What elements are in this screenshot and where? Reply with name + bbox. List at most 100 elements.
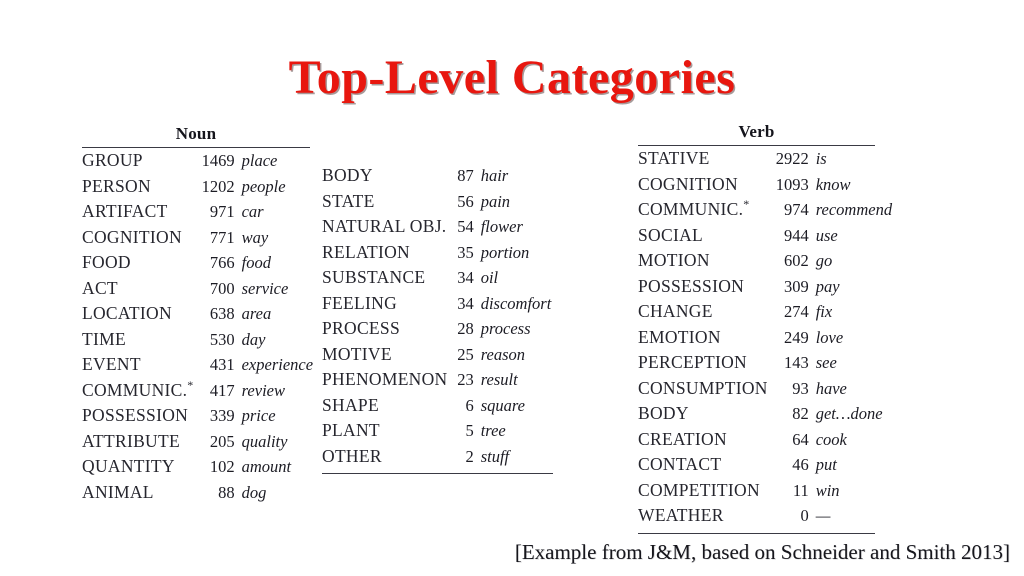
- category-label: PROCESS: [322, 318, 400, 338]
- category-example: see: [815, 353, 837, 372]
- noun-category-table-continued: BODY 87 hair STATE 56 pain NATURAL OBJ. 54 flowe…: [322, 163, 553, 474]
- table-row: BODY 82 get…done: [638, 401, 892, 427]
- table-row: MOTIVE 25 reason: [322, 342, 553, 368]
- category-count: 1202: [201, 176, 235, 196]
- noun-category-table: Noun GROUP 1469 place PERSON 1202 people ARTIF…: [82, 124, 313, 505]
- category-example: process: [480, 319, 531, 338]
- noun-table-rows: GROUP 1469 place PERSON 1202 people ARTIFACT 97…: [82, 148, 313, 505]
- category-label: STATIVE: [638, 148, 710, 168]
- category-count: 309: [783, 276, 809, 296]
- category-label: ACT: [82, 277, 118, 298]
- table-row: ARTIFACT 971 car: [82, 199, 313, 225]
- category-example: square: [480, 395, 526, 415]
- footnote-asterisk: *: [743, 197, 750, 212]
- verb-category-table: Verb STATIVE 2922 is COGNITION 1093 know COMMU…: [638, 122, 892, 534]
- category-label: ANIMAL: [82, 481, 154, 502]
- table-row: EMOTION 249 love: [638, 325, 892, 351]
- category-label: EVENT: [82, 354, 141, 374]
- table-row: PROCESS 28 process: [322, 316, 553, 342]
- category-label: SUBSTANCE: [322, 267, 426, 287]
- table-row: COMMUNIC.* 974 recommend: [638, 197, 892, 223]
- category-label: COMPETITION: [638, 479, 760, 500]
- category-count: 249: [783, 327, 809, 347]
- category-example: discomfort: [480, 293, 552, 313]
- table-row: COGNITION 1093 know: [638, 172, 892, 198]
- category-example: fix: [815, 302, 833, 321]
- category-label: COMMUNIC.*: [82, 377, 194, 400]
- category-label: COGNITION: [82, 226, 182, 247]
- table-row: WEATHER 0 —: [638, 503, 892, 529]
- category-count: 602: [783, 251, 809, 270]
- table-row: CREATION 64 cook: [638, 427, 892, 453]
- table-row: POSSESSION 339 price: [82, 403, 313, 429]
- category-example: way: [241, 227, 269, 247]
- table-row: OTHER 2 stuff: [322, 444, 553, 470]
- table-row: STATIVE 2922 is: [638, 146, 892, 172]
- table-row: CHANGE 274 fix: [638, 299, 892, 325]
- table-row: ACT 700 service: [82, 276, 313, 302]
- category-count: 35: [457, 242, 474, 262]
- category-example: dog: [241, 482, 267, 502]
- table-row: COMMUNIC.* 417 review: [82, 378, 313, 404]
- category-count: 700: [209, 278, 235, 298]
- category-label: CHANGE: [638, 301, 713, 321]
- table-row: EVENT 431 experience: [82, 352, 313, 378]
- category-example: review: [241, 380, 285, 400]
- category-example: go: [815, 251, 833, 270]
- verb-table-header: Verb: [738, 122, 775, 141]
- table-row: BODY 87 hair: [322, 163, 553, 189]
- category-example: amount: [241, 457, 292, 476]
- table-row: SOCIAL 944 use: [638, 223, 892, 249]
- category-count: 46: [792, 455, 809, 474]
- category-count: 93: [792, 378, 809, 398]
- source-caption: [Example from J&M, based on Schneider an…: [514, 540, 1010, 564]
- category-count: 771: [209, 227, 235, 247]
- category-count: 64: [792, 429, 809, 449]
- category-count: 28: [457, 319, 474, 338]
- category-count: 205: [209, 431, 235, 451]
- category-label: WEATHER: [638, 505, 724, 525]
- noun-continued-table-rows: BODY 87 hair STATE 56 pain NATURAL OBJ. 54 flowe…: [322, 163, 553, 469]
- category-count: 944: [783, 225, 809, 245]
- category-example: reason: [480, 344, 526, 364]
- category-label: CONTACT: [638, 454, 722, 474]
- category-label: CREATION: [638, 428, 727, 449]
- category-example: day: [241, 329, 266, 349]
- category-example: have: [815, 378, 847, 398]
- table-row: ANIMAL 88 dog: [82, 480, 313, 506]
- category-label: EMOTION: [638, 326, 721, 347]
- category-label: ATTRIBUTE: [82, 430, 180, 451]
- category-count: 102: [209, 457, 235, 476]
- category-label: FEELING: [322, 292, 398, 313]
- category-count: 34: [457, 293, 474, 313]
- table-row: LOCATION 638 area: [82, 301, 313, 327]
- category-count: 6: [465, 395, 474, 415]
- category-example: portion: [480, 242, 530, 262]
- table-row: COMPETITION 11 win: [638, 478, 892, 504]
- category-label: SOCIAL: [638, 224, 703, 245]
- table-row: COGNITION 771 way: [82, 225, 313, 251]
- category-label: GROUP: [82, 150, 143, 170]
- category-label: PHENOMENON: [322, 369, 448, 389]
- category-count: 5: [465, 421, 474, 440]
- table-row: PERSON 1202 people: [82, 174, 313, 200]
- noun-table-header: Noun: [175, 124, 217, 143]
- category-label: ARTIFACT: [82, 201, 168, 221]
- category-count: 2: [465, 446, 474, 466]
- category-example: car: [241, 202, 264, 221]
- category-count: 417: [209, 380, 235, 400]
- category-example: pay: [815, 276, 840, 296]
- category-count: 974: [783, 200, 809, 219]
- category-example: experience: [241, 355, 314, 374]
- category-count: 23: [457, 370, 474, 389]
- table-row: GROUP 1469 place: [82, 148, 313, 174]
- category-label: POSSESSION: [82, 405, 189, 425]
- category-count: 2922: [775, 149, 809, 168]
- table-row: PERCEPTION 143 see: [638, 350, 892, 376]
- category-label: QUANTITY: [82, 456, 175, 476]
- table-row: SHAPE 6 square: [322, 393, 553, 419]
- category-example: service: [241, 278, 289, 298]
- category-count: 54: [457, 217, 474, 236]
- table-row: QUANTITY 102 amount: [82, 454, 313, 480]
- category-label: LOCATION: [82, 303, 172, 323]
